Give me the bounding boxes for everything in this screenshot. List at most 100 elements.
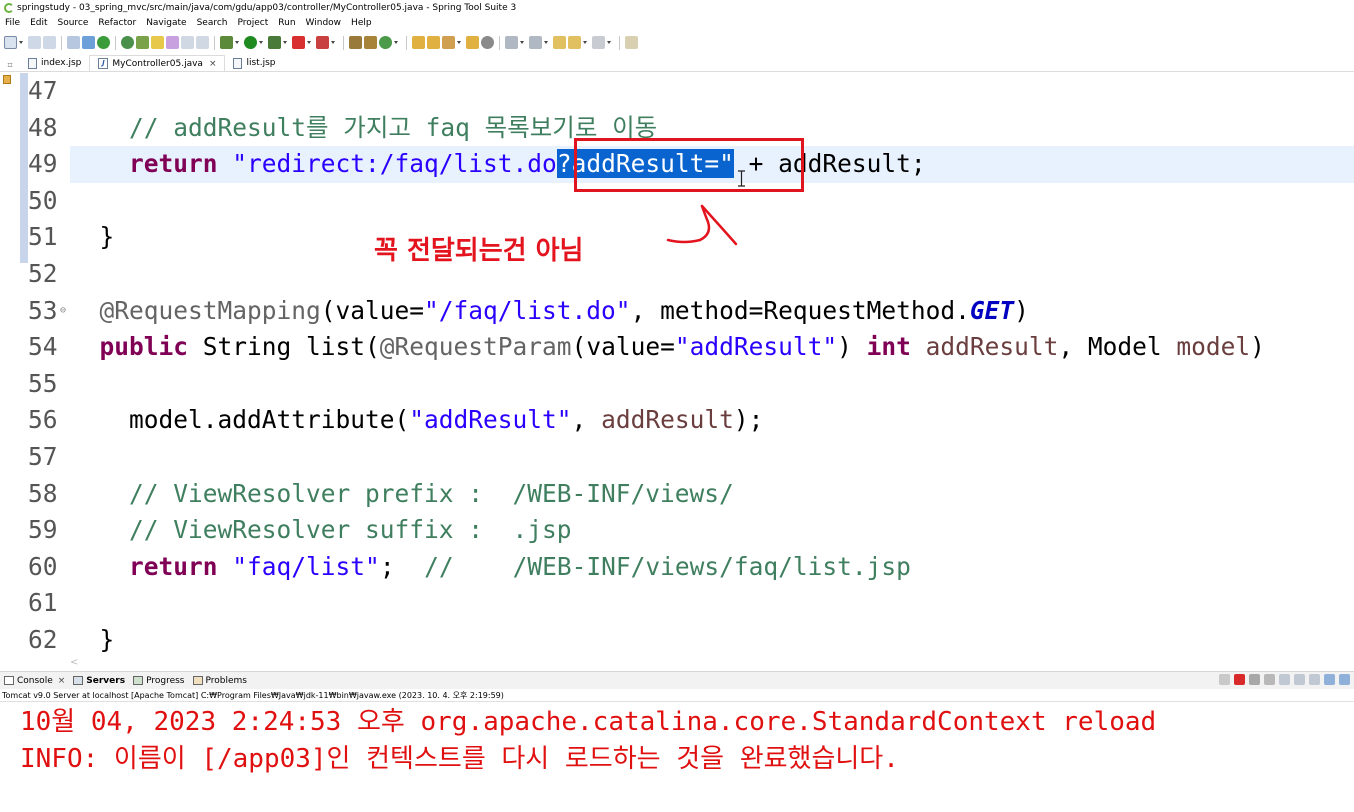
code-text: ; bbox=[379, 551, 425, 581]
package-explorer-icon[interactable]: ⌗ bbox=[0, 61, 20, 71]
code-line[interactable]: public String list(@RequestParam(value="… bbox=[70, 329, 1354, 366]
show-whitespace-icon[interactable] bbox=[196, 36, 209, 49]
terminate-icon[interactable] bbox=[1234, 674, 1245, 685]
menu-search[interactable]: Search bbox=[192, 18, 233, 28]
spring-icon[interactable] bbox=[136, 36, 149, 49]
open-type-icon[interactable] bbox=[67, 36, 80, 49]
code-line[interactable] bbox=[70, 439, 1354, 476]
console-tab-bar: Console × Servers Progress Problems bbox=[0, 671, 1354, 689]
console-output[interactable]: 10월 04, 2023 2:24:53 오후 org.apache.catal… bbox=[20, 704, 1350, 778]
tab-label: index.jsp bbox=[41, 58, 82, 68]
console-icon bbox=[4, 676, 14, 685]
tab-mycontroller05-java[interactable]: J MyController05.java × bbox=[89, 55, 226, 71]
console-toolbar bbox=[1219, 674, 1350, 685]
code-line[interactable]: model.addAttribute("addResult", addResul… bbox=[70, 402, 1354, 439]
coverage-icon[interactable] bbox=[268, 36, 281, 49]
new-package-icon[interactable] bbox=[349, 36, 362, 49]
code-text: String list( bbox=[188, 332, 380, 362]
menu-help[interactable]: Help bbox=[346, 18, 377, 28]
external-tools-icon[interactable] bbox=[316, 36, 329, 49]
menu-edit[interactable]: Edit bbox=[25, 18, 52, 28]
annotation-arrow-icon bbox=[666, 204, 738, 246]
code-line[interactable] bbox=[70, 73, 1354, 110]
code-line[interactable]: @RequestMapping(value="/faq/list.do", me… bbox=[70, 293, 1354, 330]
run-icon[interactable] bbox=[244, 36, 257, 49]
globe-icon[interactable] bbox=[481, 36, 494, 49]
new-class-icon[interactable] bbox=[364, 36, 377, 49]
scroll-lock-icon[interactable] bbox=[1294, 674, 1305, 685]
menu-window[interactable]: Window bbox=[301, 18, 347, 28]
back-icon[interactable] bbox=[568, 36, 581, 49]
refresh-icon[interactable] bbox=[121, 36, 134, 49]
format-icon[interactable] bbox=[166, 36, 179, 49]
new-icon[interactable] bbox=[4, 36, 17, 49]
code-line[interactable]: // ViewResolver suffix : .jsp bbox=[70, 512, 1354, 549]
close-icon[interactable]: × bbox=[209, 59, 217, 69]
toggle-mark-icon[interactable] bbox=[82, 36, 95, 49]
word-wrap-icon[interactable] bbox=[1309, 674, 1320, 685]
code-text: , method=RequestMethod. bbox=[630, 295, 970, 325]
fold-icon[interactable]: ⊖ bbox=[60, 293, 66, 330]
code-line[interactable]: } bbox=[70, 622, 1354, 655]
menu-project[interactable]: Project bbox=[232, 18, 273, 28]
clear-console-icon[interactable] bbox=[1279, 674, 1290, 685]
line-number-gutter: 47 48 49 50 51 52 53 ⊖ 54 55 56 57 58 59 … bbox=[28, 73, 66, 655]
tab-console[interactable]: Console × bbox=[4, 676, 65, 686]
save-all-icon[interactable] bbox=[43, 36, 56, 49]
close-icon[interactable]: × bbox=[58, 676, 66, 686]
scroll-left-icon[interactable]: < bbox=[70, 657, 78, 668]
bookmark-icon bbox=[3, 75, 11, 84]
horizontal-scrollbar[interactable]: < bbox=[0, 655, 1354, 671]
highlight-icon[interactable] bbox=[151, 36, 164, 49]
tab-progress[interactable]: Progress bbox=[133, 676, 185, 686]
menu-run[interactable]: Run bbox=[273, 18, 300, 28]
new-java-icon[interactable] bbox=[379, 36, 392, 49]
stop-icon[interactable] bbox=[292, 36, 305, 49]
last-edit-icon[interactable] bbox=[553, 36, 566, 49]
string-literal: "redirect:/faq/list.do bbox=[232, 149, 557, 179]
open-folder-icon[interactable] bbox=[412, 36, 425, 49]
show-console-icon[interactable] bbox=[1324, 674, 1335, 685]
line-number: 61 bbox=[28, 588, 58, 618]
code-text: , Model bbox=[1058, 332, 1177, 362]
menu-navigate[interactable]: Navigate bbox=[141, 18, 191, 28]
code-line[interactable] bbox=[70, 366, 1354, 403]
tab-list-jsp[interactable]: list.jsp bbox=[225, 55, 283, 71]
debug-icon[interactable] bbox=[220, 36, 233, 49]
parameter: model.addAttribute( bbox=[129, 405, 410, 435]
tab-problems[interactable]: Problems bbox=[192, 676, 247, 686]
menu-source[interactable]: Source bbox=[53, 18, 94, 28]
tab-servers[interactable]: Servers bbox=[73, 676, 125, 686]
open-console-icon[interactable] bbox=[1339, 674, 1350, 685]
main-toolbar bbox=[0, 31, 1354, 54]
line-number: 58 bbox=[28, 478, 58, 508]
remove-launch-icon[interactable] bbox=[1249, 674, 1260, 685]
line-number: 47 bbox=[28, 76, 58, 105]
pin-console-icon[interactable] bbox=[1219, 674, 1230, 685]
parameter: model bbox=[1176, 332, 1251, 362]
outline-icon[interactable] bbox=[181, 36, 194, 49]
remove-all-icon[interactable] bbox=[1264, 674, 1275, 685]
save-icon[interactable] bbox=[28, 36, 41, 49]
forward-icon[interactable] bbox=[592, 36, 605, 49]
prev-annotation-icon[interactable] bbox=[529, 36, 542, 49]
parameter: addResult bbox=[601, 405, 734, 435]
menu-refactor[interactable]: Refactor bbox=[93, 18, 141, 28]
next-annotation-icon[interactable] bbox=[505, 36, 518, 49]
pin-editor-icon[interactable] bbox=[625, 36, 638, 49]
annotation-note: 꼭 전달되는건 아님 bbox=[374, 236, 584, 266]
open-task-icon[interactable] bbox=[427, 36, 440, 49]
tab-label: Console bbox=[17, 675, 53, 686]
code-line[interactable]: return "faq/list"; // /WEB-INF/views/faq… bbox=[70, 549, 1354, 586]
menu-file[interactable]: File bbox=[4, 18, 25, 28]
run-server-icon[interactable] bbox=[97, 36, 110, 49]
line-number: 53 bbox=[28, 295, 58, 325]
pen-icon[interactable] bbox=[442, 36, 455, 49]
open-file-icon[interactable] bbox=[466, 36, 479, 49]
code-line[interactable] bbox=[70, 585, 1354, 622]
jsp-file-icon bbox=[28, 57, 37, 69]
code-line[interactable]: // ViewResolver prefix : /WEB-INF/views/ bbox=[70, 476, 1354, 513]
code-text: ) bbox=[1250, 332, 1265, 362]
tab-index-jsp[interactable]: index.jsp bbox=[20, 55, 89, 71]
comment: // ViewResolver suffix : .jsp bbox=[129, 515, 572, 545]
